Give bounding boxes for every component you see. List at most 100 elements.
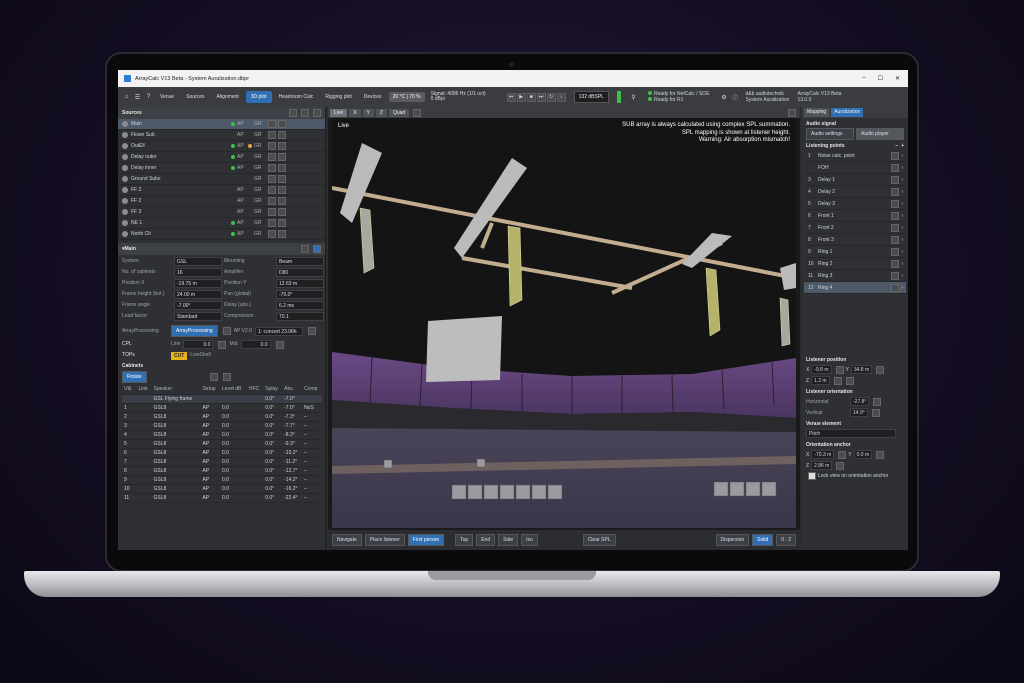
- tab-live[interactable]: Live: [330, 108, 348, 117]
- source-visibility-icon[interactable]: [278, 208, 286, 216]
- lock-view-checkbox[interactable]: [808, 472, 816, 480]
- source-edit-icon[interactable]: [268, 219, 276, 227]
- field-value[interactable]: Beam: [276, 257, 324, 266]
- clear-spl-button[interactable]: Clear SPL: [582, 534, 616, 546]
- add-source-icon[interactable]: [313, 109, 321, 117]
- field-value[interactable]: -7.00°: [174, 301, 222, 310]
- tops-cut-badge[interactable]: CUT: [171, 351, 188, 360]
- source-edit-icon[interactable]: [268, 197, 276, 205]
- first-person-button[interactable]: First person: [407, 534, 445, 546]
- anchor-y-stepper[interactable]: [876, 450, 885, 459]
- dispersion-button[interactable]: Dispersion: [715, 534, 750, 546]
- ap-edit-icon[interactable]: [222, 327, 231, 335]
- point-edit-icon[interactable]: [891, 259, 900, 268]
- loop-icon[interactable]: ↻: [546, 92, 556, 102]
- tab-y[interactable]: Y: [362, 108, 374, 117]
- cpl-line-field[interactable]: 0.0: [183, 340, 214, 349]
- cabinet-row[interactable]: 2 GSL8 AP 0.0 0.0° -7.3° –: [122, 412, 322, 422]
- source-visibility-icon[interactable]: [278, 175, 286, 183]
- array-processing-button[interactable]: ArrayProcessing: [171, 325, 218, 337]
- source-visibility-icon[interactable]: [278, 142, 286, 150]
- tab-rigging-plot[interactable]: Rigging plot: [320, 91, 356, 103]
- speaker-icon[interactable]: ♪: [556, 92, 566, 102]
- source-row[interactable]: Delay outer AP GR: [118, 152, 325, 163]
- level-display[interactable]: 132 dBSPL: [573, 91, 609, 103]
- rotate-button[interactable]: Rotate: [122, 371, 147, 383]
- point-edit-icon[interactable]: [891, 235, 900, 244]
- navigate-button[interactable]: Navigate: [332, 534, 362, 546]
- chevron-right-icon[interactable]: ›: [901, 201, 903, 207]
- pickup-row[interactable]: GSL Flying frame 0.0° -7.0°: [122, 394, 322, 404]
- field-value[interactable]: 70.1: [276, 312, 324, 321]
- chevron-right-icon[interactable]: ›: [901, 189, 903, 195]
- cabinet-row[interactable]: 11 GSL8 AP 0.0 0.0° -22.4° –: [122, 493, 322, 503]
- source-visibility-icon[interactable]: [278, 186, 286, 194]
- cabinet-row[interactable]: 3 GSL8 AP 0.0 0.0° -7.7° –: [122, 421, 322, 431]
- chevron-right-icon[interactable]: ›: [901, 261, 903, 267]
- point-edit-icon[interactable]: [891, 247, 900, 256]
- gr-label[interactable]: GR: [254, 132, 266, 138]
- tab-devices[interactable]: Devices: [359, 91, 387, 103]
- solid-button[interactable]: Solid: [752, 534, 774, 546]
- source-edit-icon[interactable]: [268, 186, 276, 194]
- ap-label[interactable]: AP: [237, 132, 248, 138]
- listening-point-row[interactable]: 10 Ring 2 ›: [804, 258, 906, 270]
- cabinet-row[interactable]: 5 GSL8 AP 0.0 0.0° -9.3° –: [122, 439, 322, 449]
- temperature-display[interactable]: 20 °C | 70 %: [388, 92, 425, 102]
- listening-point-row[interactable]: 9 Ring 1 ›: [804, 246, 906, 258]
- listening-point-row[interactable]: 3 Delay 1 ›: [804, 174, 906, 186]
- gr-label[interactable]: GR: [254, 143, 266, 149]
- listening-point-row[interactable]: FOH ›: [804, 162, 906, 174]
- cabinet-row[interactable]: 8 GSL8 AP 0.0 0.0° -12.7° –: [122, 466, 322, 476]
- audio-player-button[interactable]: Audio player: [856, 128, 904, 140]
- source-edit-icon[interactable]: [268, 164, 276, 172]
- chevron-right-icon[interactable]: ›: [901, 165, 903, 171]
- field-value[interactable]: 12.63 m: [276, 279, 324, 288]
- listening-point-row[interactable]: 4 Delay 2 ›: [804, 186, 906, 198]
- gr-label[interactable]: GR: [254, 231, 266, 237]
- cabinet-row[interactable]: 6 GSL8 AP 0.0 0.0° -10.2° –: [122, 448, 322, 458]
- view-options-icon[interactable]: [413, 108, 422, 117]
- minimize-button[interactable]: –: [862, 75, 865, 82]
- point-edit-icon[interactable]: [891, 199, 900, 208]
- source-row[interactable]: OutEll AP GR: [118, 141, 325, 152]
- field-value[interactable]: Standard: [174, 312, 222, 321]
- listening-point-row[interactable]: 7 Front 2 ›: [804, 222, 906, 234]
- listening-point-row[interactable]: 11 Ring 3 ›: [804, 270, 906, 282]
- field-value[interactable]: 6.2 ms: [276, 301, 324, 310]
- chevron-right-icon[interactable]: ›: [901, 285, 903, 291]
- cpl-mid-stepper[interactable]: [275, 340, 284, 349]
- lock-icon[interactable]: [301, 245, 309, 253]
- play-icon[interactable]: ▶: [516, 92, 526, 102]
- mic-icon[interactable]: ⚲: [629, 93, 638, 102]
- close-button[interactable]: ✕: [895, 75, 900, 82]
- gr-label[interactable]: GR: [254, 209, 266, 215]
- field-value[interactable]: GSL: [174, 257, 222, 266]
- source-row[interactable]: North Clt AP GR: [118, 229, 325, 240]
- cabinet-row[interactable]: 7 GSL8 AP 0.0 0.0° -11.2° –: [122, 457, 322, 467]
- ap-mode-select[interactable]: 1: concert 23.06h: [254, 326, 303, 336]
- scale-display[interactable]: 0 : 2: [776, 534, 796, 546]
- cpl-line-stepper[interactable]: [218, 340, 227, 349]
- chevron-right-icon[interactable]: ›: [901, 177, 903, 183]
- tab-x[interactable]: X: [349, 108, 361, 117]
- source-edit-icon[interactable]: [268, 153, 276, 161]
- remove-source-icon[interactable]: [301, 109, 309, 117]
- source-edit-icon[interactable]: [268, 230, 276, 238]
- listening-point-row[interactable]: 6 Front 1 ›: [804, 210, 906, 222]
- source-edit-icon[interactable]: [268, 175, 276, 183]
- stop-icon[interactable]: ■: [526, 92, 536, 102]
- point-edit-icon[interactable]: [891, 175, 900, 184]
- view-top-button[interactable]: Top: [455, 534, 474, 546]
- point-edit-icon[interactable]: [891, 187, 900, 196]
- source-row[interactable]: Ground Subs GR: [118, 174, 325, 185]
- audio-settings-button[interactable]: Audio settings: [806, 128, 854, 140]
- home-icon[interactable]: ⌂: [122, 93, 131, 102]
- source-row[interactable]: FF 2 AP GR: [118, 185, 325, 196]
- tab-auralization[interactable]: Auralization: [831, 108, 864, 117]
- tab-headroom-calc[interactable]: Headroom Calc: [274, 91, 319, 103]
- listening-point-row[interactable]: 8 Front 3 ›: [804, 234, 906, 246]
- pos-x-stepper[interactable]: [835, 365, 844, 374]
- minus-icon[interactable]: [209, 373, 218, 381]
- view-end-button[interactable]: End: [476, 534, 496, 546]
